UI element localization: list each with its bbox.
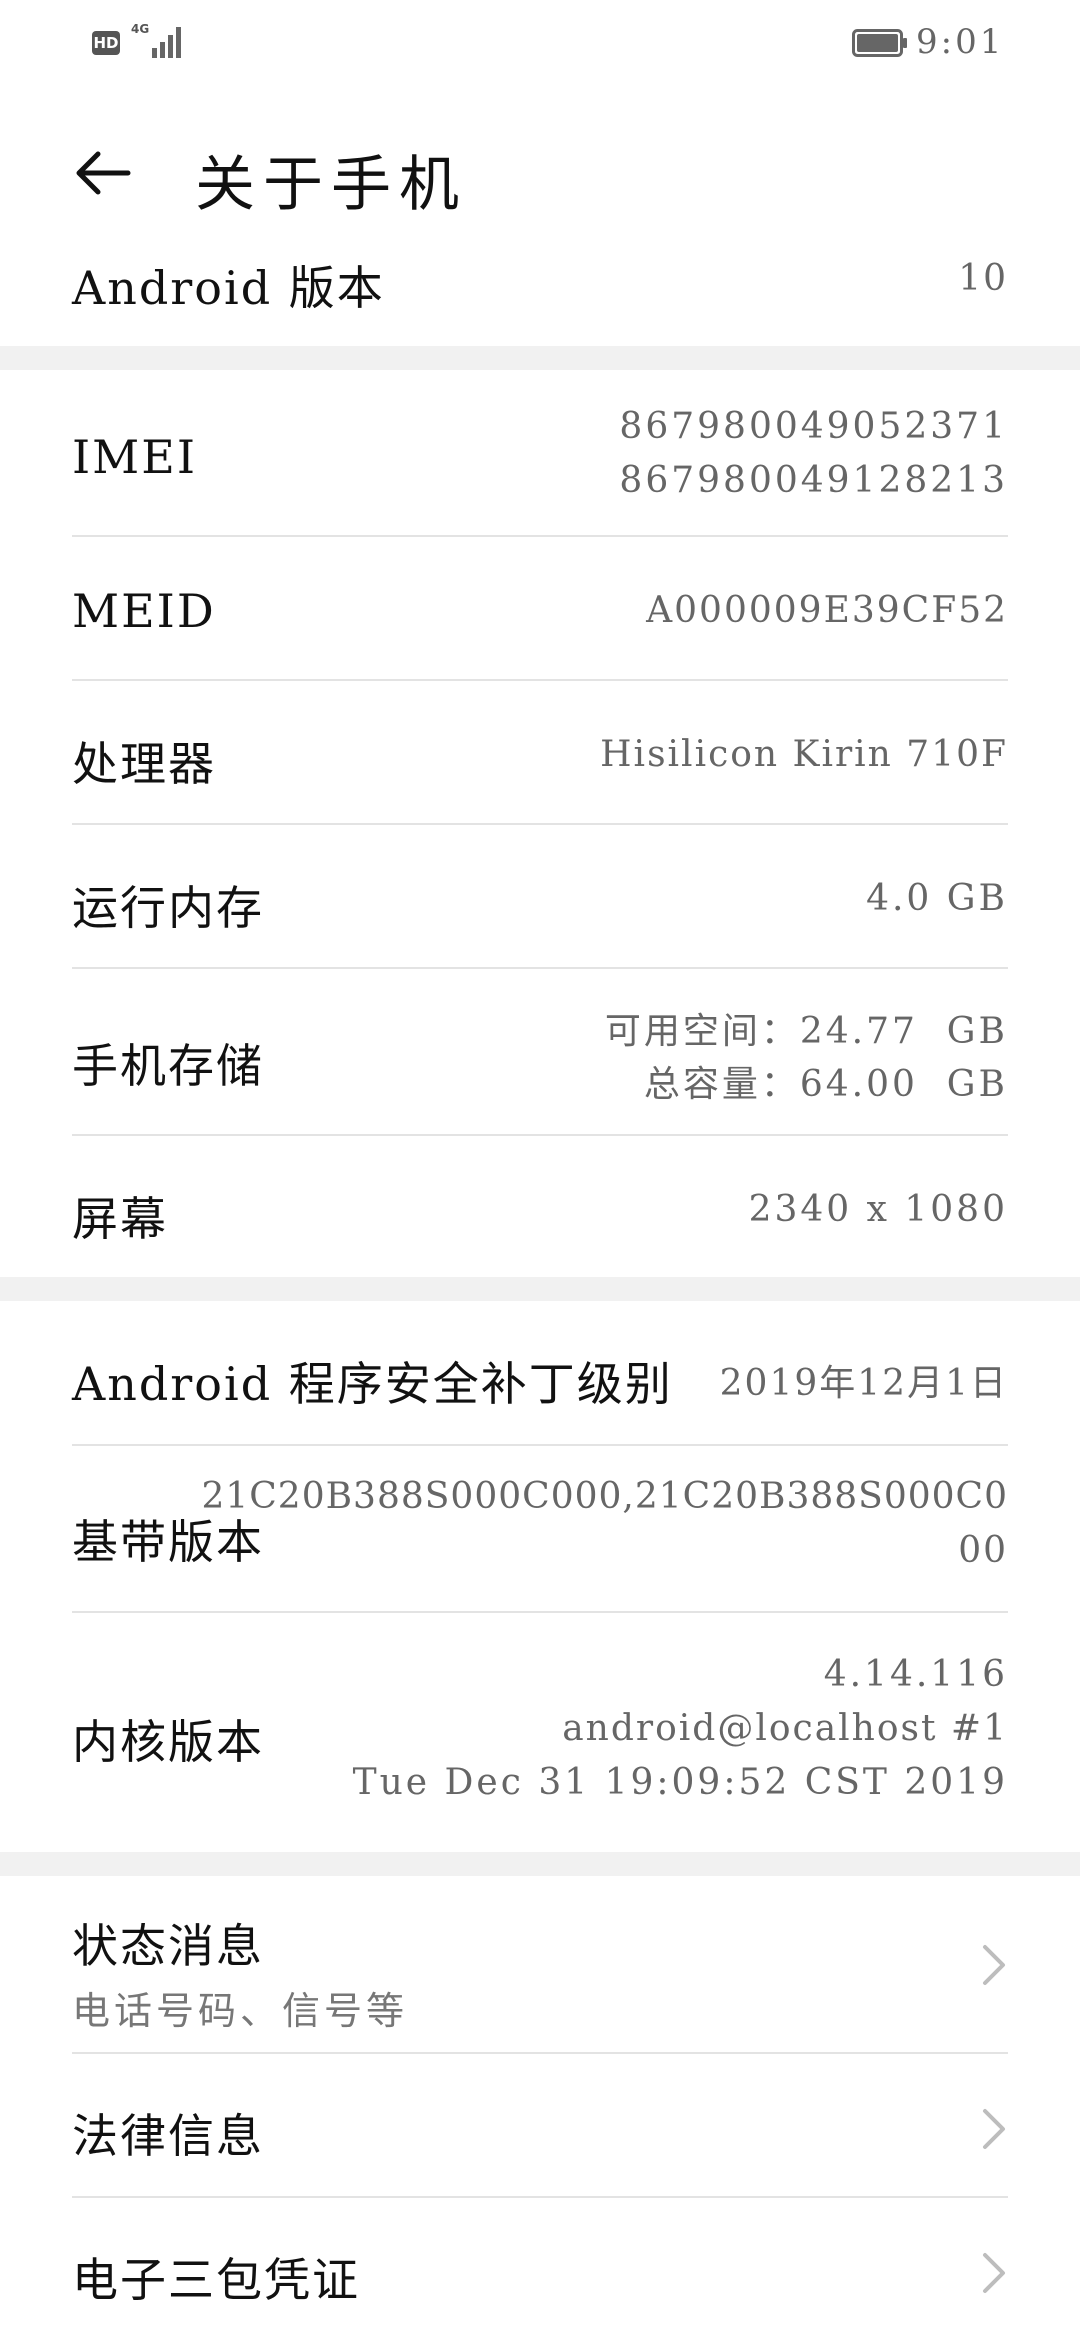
kernel-row[interactable]: 内核版本 4.14.116 android@localhost #1 Tue D…: [72, 1636, 1008, 1826]
ram-label: 运行内存: [72, 881, 264, 935]
meid-value: A000009E39CF52: [646, 590, 1008, 631]
warranty-label: 电子三包凭证: [72, 2253, 360, 2307]
divider: [72, 2052, 1008, 2054]
hd-icon: HD: [92, 31, 120, 55]
warranty-item[interactable]: 电子三包凭证: [72, 2220, 1008, 2330]
screen-value: 2340 x 1080: [748, 1189, 1008, 1230]
processor-row[interactable]: 处理器 Hisilicon Kirin 710F: [72, 704, 1008, 814]
android-version-row[interactable]: Android 版本 10: [72, 240, 1008, 320]
imei-row[interactable]: IMEI 867980049052371 867980049128213: [72, 390, 1008, 530]
section-gap: [0, 346, 1080, 370]
processor-value: Hisilicon Kirin 710F: [600, 734, 1008, 775]
kernel-value-1: 4.14.116: [823, 1654, 1008, 1695]
chevron-right-icon: [983, 2109, 1005, 2149]
title-bar: 关于手机: [0, 120, 1080, 230]
divider: [72, 967, 1008, 969]
android-version-value: 10: [958, 258, 1008, 299]
signal-icon: [152, 27, 181, 58]
baseband-row[interactable]: 基带版本 21C20B388S000C000,21C20B388S000C0 0…: [72, 1466, 1008, 1606]
storage-row[interactable]: 手机存储 可用空间：24.77 GB 总容量：64.00 GB: [72, 992, 1008, 1132]
ram-value: 4.0 GB: [866, 878, 1008, 919]
storage-label: 手机存储: [72, 1039, 264, 1093]
status-info-sublabel: 电话号码、信号等: [72, 1989, 409, 2033]
processor-label: 处理器: [72, 737, 216, 791]
battery-icon: [852, 29, 907, 57]
screen-label: 屏幕: [72, 1192, 168, 1246]
security-patch-label: Android 程序安全补丁级别: [72, 1357, 673, 1411]
chevron-right-icon: [983, 2253, 1005, 2293]
baseband-value-2: 00: [958, 1530, 1008, 1571]
arrow-left-icon[interactable]: [72, 142, 134, 204]
divider: [72, 823, 1008, 825]
divider: [72, 679, 1008, 681]
storage-total-value: 总容量：64.00 GB: [643, 1064, 1008, 1105]
imei-value-2: 867980049128213: [619, 460, 1008, 501]
baseband-value-1: 21C20B388S000C000,21C20B388S000C0: [201, 1476, 1008, 1517]
imei-value-1: 867980049052371: [619, 406, 1008, 447]
kernel-value-3: Tue Dec 31 19:09:52 CST 2019: [352, 1762, 1008, 1803]
divider: [72, 1444, 1008, 1446]
kernel-label: 内核版本: [72, 1715, 264, 1769]
ram-row[interactable]: 运行内存 4.0 GB: [72, 848, 1008, 958]
meid-row[interactable]: MEID A000009E39CF52: [72, 560, 1008, 670]
legal-info-label: 法律信息: [72, 2109, 264, 2163]
section-gap: [0, 1277, 1080, 1301]
meid-label: MEID: [72, 584, 216, 638]
android-version-label: Android 版本: [72, 261, 385, 315]
screen-row[interactable]: 屏幕 2340 x 1080: [72, 1159, 1008, 1269]
divider: [72, 2196, 1008, 2198]
page-title: 关于手机: [195, 150, 467, 220]
section-gap: [0, 1852, 1080, 1876]
divider: [72, 1134, 1008, 1136]
storage-available-value: 可用空间：24.77 GB: [604, 1011, 1008, 1052]
security-patch-value: 2019年12月1日: [719, 1363, 1008, 1404]
status-clock: 9:01: [916, 22, 1005, 62]
status-bar: HD 4G 9:01: [0, 0, 1080, 90]
security-patch-row[interactable]: Android 程序安全补丁级别 2019年12月1日: [72, 1320, 1008, 1430]
legal-info-item[interactable]: 法律信息: [72, 2076, 1008, 2186]
status-info-item[interactable]: 状态消息 电话号码、信号等: [72, 1890, 1008, 2040]
divider: [72, 535, 1008, 537]
chevron-right-icon: [983, 1945, 1005, 1985]
kernel-value-2: android@localhost #1: [562, 1708, 1008, 1749]
imei-label: IMEI: [72, 430, 198, 484]
status-info-label: 状态消息: [72, 1919, 264, 1973]
divider: [72, 1611, 1008, 1613]
